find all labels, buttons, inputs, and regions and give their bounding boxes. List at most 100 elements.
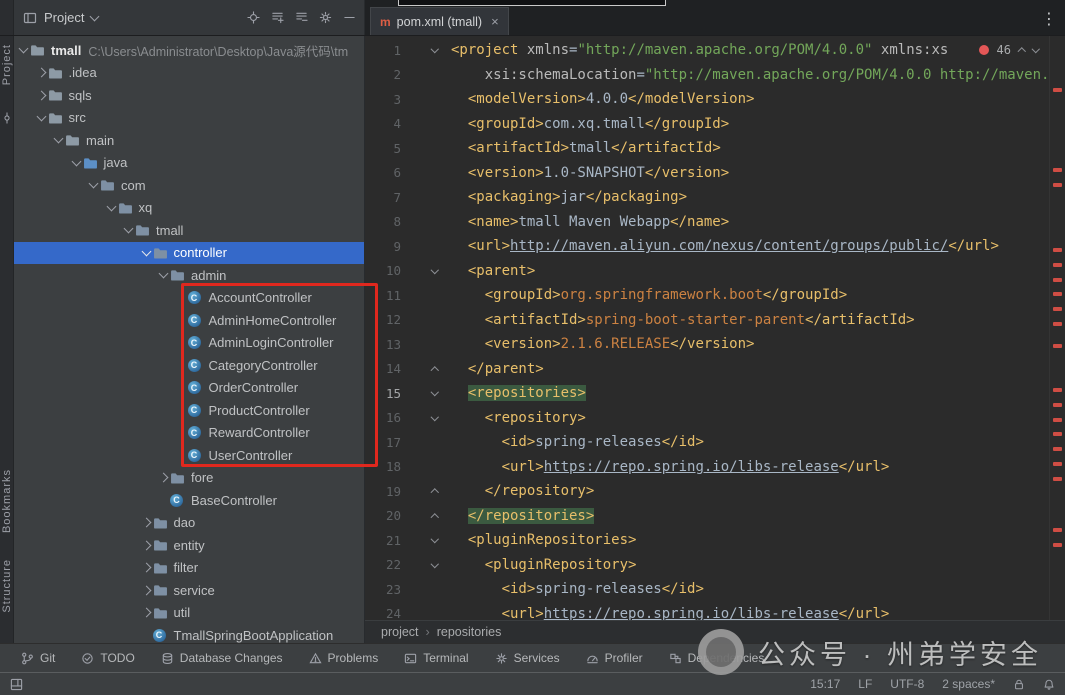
fold-open-icon[interactable] [430, 559, 439, 568]
settings-icon[interactable] [319, 11, 332, 24]
toolwindow-button-services[interactable]: Services [482, 644, 573, 672]
tree-item-.idea[interactable]: .idea [14, 62, 364, 85]
fold-open-icon[interactable] [430, 44, 439, 53]
toolwindow-button-database-changes[interactable]: Database Changes [148, 644, 296, 672]
code-line: 22 <pluginRepository> [365, 553, 1049, 578]
close-icon[interactable]: × [491, 14, 499, 29]
tree-item-filter[interactable]: filter [14, 557, 364, 580]
tree-item-adminlogincontroller[interactable]: C AdminLoginController [14, 332, 364, 355]
tree-item-tmall[interactable]: tmall C:\Users\Administrator\Desktop\Java… [14, 39, 364, 62]
chevron-down-icon[interactable] [123, 223, 134, 234]
status-encoding[interactable]: UTF-8 [890, 677, 924, 691]
toolwindow-button-todo[interactable]: TODO [68, 644, 147, 672]
tree-item-com[interactable]: com [14, 174, 364, 197]
tree-item-basecontroller[interactable]: C BaseController [14, 489, 364, 512]
status-indent[interactable]: 2 spaces* [942, 677, 995, 691]
tree-item-controller[interactable]: controller [14, 241, 364, 264]
chevron-right-icon[interactable] [36, 90, 46, 101]
toolwindow-button-label: Database Changes [179, 651, 283, 665]
next-error-icon[interactable] [1031, 44, 1040, 53]
chevron-down-icon[interactable] [71, 156, 81, 167]
inspections-widget[interactable]: 46 [973, 41, 1043, 59]
tree-item-fore[interactable]: fore [14, 467, 364, 490]
window-layout-icon[interactable] [10, 678, 23, 691]
fold-close-icon[interactable] [430, 488, 439, 497]
tree-item-label: dao [173, 515, 196, 531]
tool-window-tab-bookmarks[interactable]: Bookmarks [1, 469, 13, 533]
error-stripe-scrollbar[interactable] [1049, 36, 1065, 620]
chevron-down-icon[interactable] [36, 111, 46, 122]
chevron-right-icon[interactable] [141, 607, 151, 618]
chevron-down-icon[interactable] [106, 201, 116, 212]
tool-window-tab-structure[interactable]: Structure [1, 559, 13, 613]
expand-all-icon[interactable] [271, 11, 284, 24]
tree-item-accountcontroller[interactable]: C AccountController [14, 287, 364, 310]
tree-item-dao[interactable]: dao [14, 512, 364, 535]
fold-close-icon[interactable] [430, 513, 439, 522]
tool-window-tab-project[interactable]: Project [1, 44, 13, 85]
tree-item-admin[interactable]: admin [14, 264, 364, 287]
project-panel-title[interactable]: Project [44, 10, 84, 25]
tree-item-productcontroller[interactable]: C ProductController [14, 399, 364, 422]
chevron-down-icon[interactable] [88, 178, 99, 189]
chevron-down-icon[interactable] [158, 268, 169, 279]
tree-item-tmallspringbootapplication[interactable]: C TmallSpringBootApplication [14, 624, 364, 643]
chevron-right-icon[interactable] [141, 585, 151, 596]
toolwindow-button-git[interactable]: Git [8, 644, 68, 672]
collapse-all-icon[interactable] [295, 11, 308, 24]
toolwindow-button-problems[interactable]: Problems [296, 644, 392, 672]
chevron-right-icon[interactable] [158, 472, 169, 483]
toolwindow-button-terminal[interactable]: Terminal [391, 644, 481, 672]
tree-item-adminhomecontroller[interactable]: C AdminHomeController [14, 309, 364, 332]
breadcrumb-item-project[interactable]: project [379, 625, 421, 639]
chevron-down-icon[interactable] [141, 246, 151, 257]
fold-open-icon[interactable] [430, 534, 439, 543]
tree-item-xq[interactable]: xq [14, 197, 364, 220]
lock-icon[interactable] [1013, 678, 1025, 691]
tree-item-rewardcontroller[interactable]: C RewardController [14, 422, 364, 445]
chevron-down-icon[interactable] [18, 43, 29, 54]
tree-item-categorycontroller[interactable]: C CategoryController [14, 354, 364, 377]
toolwindow-button-dependencies[interactable]: Dependencies [656, 644, 778, 672]
more-options-icon[interactable]: ⋮ [1041, 9, 1065, 35]
breadcrumb-item-repositories[interactable]: repositories [435, 625, 504, 639]
toolwindow-button-profiler[interactable]: Profiler [573, 644, 656, 672]
fold-open-icon[interactable] [430, 387, 439, 396]
code-area[interactable]: 1 <project xmlns="http://maven.apache.org… [365, 36, 1065, 620]
tree-item-src[interactable]: src [14, 107, 364, 130]
tree-item-main[interactable]: main [14, 129, 364, 152]
tree-item-ordercontroller[interactable]: C OrderController [14, 377, 364, 400]
folder-icon [48, 67, 67, 79]
tree-item-label: entity [173, 537, 205, 553]
notifications-bell-icon[interactable] [1043, 678, 1055, 691]
prev-error-icon[interactable] [1017, 47, 1026, 56]
problems-icon [308, 652, 322, 665]
status-caret-position[interactable]: 15:17 [810, 677, 840, 691]
line-number: 3 [393, 91, 401, 107]
fold-close-icon[interactable] [430, 366, 439, 375]
tree-item-tmall[interactable]: tmall [14, 219, 364, 242]
fold-open-icon[interactable] [430, 412, 439, 421]
status-widgets: 15:17 LF UTF-8 2 spaces* [810, 677, 995, 691]
chevron-down-icon[interactable] [53, 133, 64, 144]
editor-tab-pom-xml[interactable]: m pom.xml (tmall) × [370, 7, 509, 35]
line-number: 22 [385, 557, 401, 573]
line-number: 14 [385, 361, 401, 377]
chevron-right-icon[interactable] [141, 562, 151, 573]
chevron-right-icon[interactable] [141, 540, 151, 551]
locate-icon[interactable] [247, 11, 260, 24]
line-number: 21 [385, 532, 401, 548]
status-line-separator[interactable]: LF [858, 677, 872, 691]
chevron-right-icon[interactable] [36, 67, 46, 78]
tree-item-java[interactable]: java [14, 152, 364, 175]
git-icon [21, 652, 34, 665]
tree-item-service[interactable]: service [14, 579, 364, 602]
tree-item-sqls[interactable]: sqls [14, 84, 364, 107]
commit-icon[interactable] [1, 111, 13, 125]
tree-item-usercontroller[interactable]: C UserController [14, 444, 364, 467]
fold-open-icon[interactable] [430, 265, 439, 274]
chevron-right-icon[interactable] [141, 517, 151, 528]
tree-item-util[interactable]: util [14, 602, 364, 625]
tree-item-entity[interactable]: entity [14, 534, 364, 557]
hide-icon[interactable] [343, 11, 356, 24]
